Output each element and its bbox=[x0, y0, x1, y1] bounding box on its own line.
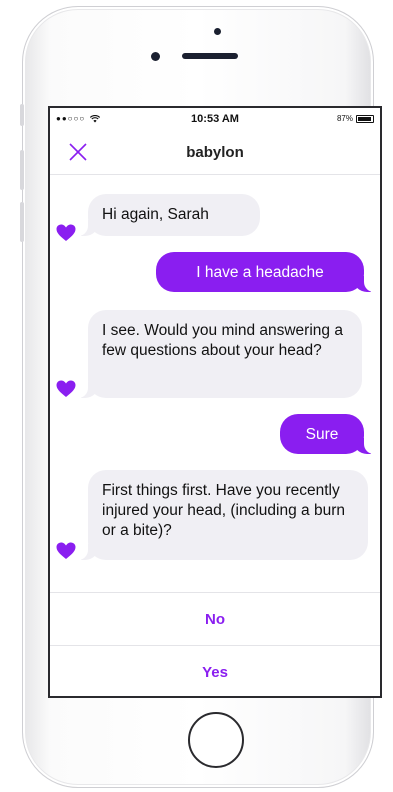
status-bar: ●●○○○ 10:53 AM 87% bbox=[50, 108, 380, 130]
bot-message: I see. Would you mind answering a few qu… bbox=[74, 310, 362, 398]
message-text: First things first. Have you recently in… bbox=[102, 482, 345, 539]
message-text: I have a headache bbox=[196, 264, 324, 281]
home-button[interactable] bbox=[188, 712, 244, 768]
battery-indicator: 87% bbox=[337, 114, 374, 123]
bot-message: First things first. Have you recently in… bbox=[74, 470, 368, 560]
user-message: I have a headache bbox=[156, 252, 378, 292]
phone-mockup: ●●○○○ 10:53 AM 87% babylon Hi again, Sar… bbox=[0, 0, 393, 792]
heart-icon bbox=[56, 542, 76, 559]
answer-options: No Yes bbox=[50, 592, 380, 696]
user-message: Sure bbox=[280, 414, 378, 454]
app-screen: ●●○○○ 10:53 AM 87% babylon Hi again, Sar… bbox=[48, 106, 382, 698]
option-label: No bbox=[205, 610, 225, 628]
message-text: Hi again, Sarah bbox=[102, 206, 209, 223]
volume-down-button bbox=[20, 202, 24, 242]
message-text: Sure bbox=[305, 426, 339, 443]
battery-icon bbox=[356, 114, 374, 123]
option-yes-button[interactable]: Yes bbox=[50, 645, 380, 696]
front-camera bbox=[151, 52, 160, 61]
earpiece-speaker bbox=[182, 53, 238, 59]
status-time: 10:53 AM bbox=[191, 113, 239, 125]
page-title: babylon bbox=[186, 144, 244, 161]
heart-icon bbox=[56, 224, 76, 241]
proximity-sensor bbox=[214, 28, 221, 35]
option-no-button[interactable]: No bbox=[50, 592, 380, 645]
chat-thread: Hi again, Sarah I have a headache I see.… bbox=[50, 174, 380, 594]
heart-icon bbox=[56, 380, 76, 397]
battery-percent: 87% bbox=[336, 114, 353, 123]
message-text: I see. Would you mind answering a few qu… bbox=[102, 322, 343, 359]
option-label: Yes bbox=[202, 663, 228, 681]
volume-up-button bbox=[20, 150, 24, 190]
navigation-bar: babylon bbox=[50, 130, 380, 175]
bot-message: Hi again, Sarah bbox=[74, 194, 260, 236]
mute-switch bbox=[20, 104, 24, 126]
